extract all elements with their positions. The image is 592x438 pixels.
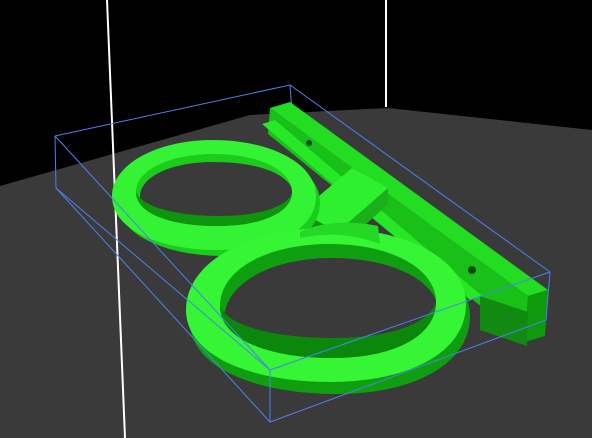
3d-viewport[interactable] [0, 0, 592, 438]
scene-canvas[interactable] [0, 0, 592, 438]
